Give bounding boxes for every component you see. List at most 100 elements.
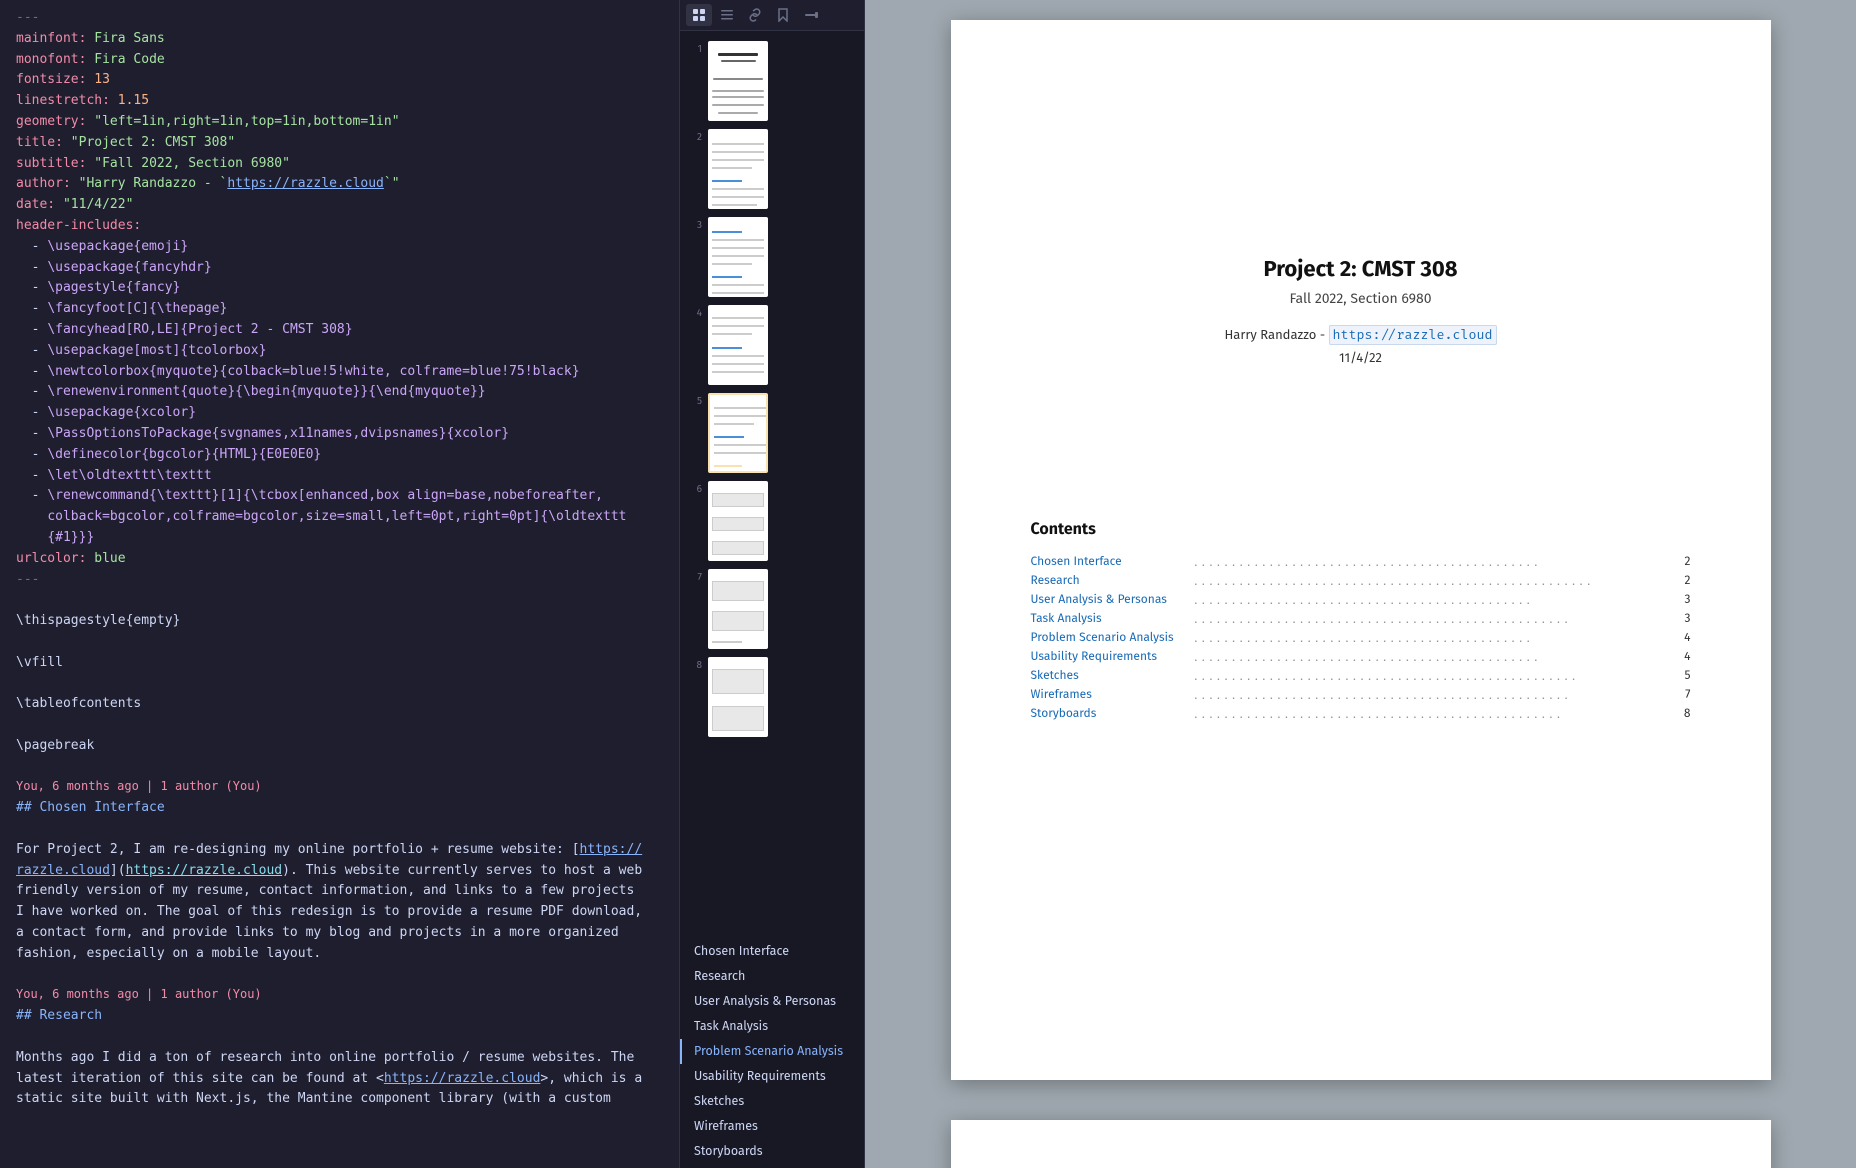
yaml-title-key: title: [16, 135, 63, 150]
toc-title: Contents [1031, 520, 1691, 539]
yaml-monofont-val: Fira Code [94, 52, 164, 67]
toc-entry-wireframes: Wireframes . . . . . . . . . . . . . . .… [1031, 688, 1691, 702]
pdf-date: 11/4/22 [1339, 351, 1382, 366]
nav-sketches[interactable]: Sketches [680, 1089, 864, 1114]
tab-links[interactable] [742, 4, 768, 26]
commit-info-1: You, 6 months ago | 1 author (You) [16, 779, 262, 793]
nav-usability-requirements[interactable]: Usability Requirements [680, 1064, 864, 1089]
yaml-subtitle-key: subtitle: [16, 156, 86, 171]
yaml-mainfont-key: mainfont: [16, 31, 86, 46]
pdf-author-url[interactable]: https://razzle.cloud [1329, 325, 1497, 345]
nav-research[interactable]: Research [680, 964, 864, 989]
thumb-preview-5 [708, 393, 768, 473]
toc-entry-chosen-interface: Chosen Interface . . . . . . . . . . . .… [1031, 555, 1691, 569]
thumb-preview-7 [708, 569, 768, 649]
chosen-interface-body: For Project 2, I am re-designing my onli… [16, 842, 642, 961]
yaml-date-key: date: [16, 197, 55, 212]
nav-storyboards[interactable]: Storyboards [680, 1139, 864, 1164]
latex-pagestyle: \pagestyle{fancy} [47, 280, 180, 295]
latex-tcolorbox: \usepackage[most]{tcolorbox} [47, 343, 266, 358]
thumb-8[interactable]: 8 [684, 655, 860, 739]
yaml-linestretch-key: linestretch: [16, 93, 110, 108]
yaml-mainfont-val: Fira Sans [94, 31, 164, 46]
preview-panel[interactable]: Project 2: CMST 308 Fall 2022, Section 6… [865, 0, 1856, 1168]
yaml-author-key: author: [16, 176, 71, 191]
toc-entry-user-analysis: User Analysis & Personas . . . . . . . .… [1031, 593, 1691, 607]
latex-definecolor: \definecolor{bgcolor}{HTML}{E0E0E0} [47, 447, 321, 462]
yaml-linestretch-val: 1.15 [118, 93, 149, 108]
pdf-title: Project 2: CMST 308 [1263, 255, 1457, 282]
tab-outline[interactable] [714, 4, 740, 26]
latex-fancyhdr: \usepackage{fancyhdr} [47, 260, 211, 275]
yaml-separator-top: --- [16, 10, 39, 25]
latex-tableofcontents: \tableofcontents [16, 696, 141, 711]
toc-entry-sketches: Sketches . . . . . . . . . . . . . . . .… [1031, 669, 1691, 683]
research-body: Months ago I did a ton of research into … [16, 1050, 642, 1107]
section-research: ## Research [16, 1008, 102, 1023]
editor-content[interactable]: --- mainfont: Fira Sans monofont: Fira C… [0, 0, 679, 1168]
yaml-author-val: "Harry Randazzo - `https://razzle.cloud`… [79, 176, 400, 191]
toc-entry-task-analysis: Task Analysis . . . . . . . . . . . . . … [1031, 612, 1691, 626]
latex-emoji: \usepackage{emoji} [47, 239, 188, 254]
yaml-separator-bottom: --- [16, 572, 39, 587]
yaml-geometry-key: geometry: [16, 114, 86, 129]
toc-entry-storyboards: Storyboards . . . . . . . . . . . . . . … [1031, 707, 1691, 721]
yaml-fontsize-val: 13 [94, 72, 110, 87]
thumb-5[interactable]: 5 [684, 391, 860, 475]
latex-pass-options: \PassOptionsToPackage{svgnames,x11names,… [47, 426, 509, 441]
commit-info-2: You, 6 months ago | 1 author (You) [16, 987, 262, 1001]
thumb-preview-6 [708, 481, 768, 561]
nav-problem-scenario[interactable]: Problem Scenario Analysis [680, 1039, 864, 1064]
pdf-subtitle: Fall 2022, Section 6980 [1289, 290, 1431, 307]
latex-fancyfoot: \fancyfoot[C]{\thepage} [47, 301, 227, 316]
yaml-date-val: "11/4/22" [63, 197, 133, 212]
thumb-1[interactable]: 1 [684, 39, 860, 123]
nav-chosen-interface[interactable]: Chosen Interface [680, 939, 864, 964]
tab-bookmarks[interactable] [770, 4, 796, 26]
thumb-preview-1 [708, 41, 768, 121]
latex-renewenv: \renewenvironment{quote}{\begin{myquote}… [47, 384, 485, 399]
pdf-author: Harry Randazzo - https://razzle.cloud [1224, 327, 1496, 343]
thumb-preview-8 [708, 657, 768, 737]
thumb-4[interactable]: 4 [684, 303, 860, 387]
nav-task-analysis[interactable]: Task Analysis [680, 1014, 864, 1039]
latex-fancyhead: \fancyhead[RO,LE]{Project 2 - CMST 308} [47, 322, 352, 337]
editor-panel: --- mainfont: Fira Sans monofont: Fira C… [0, 0, 680, 1168]
yaml-subtitle-val: "Fall 2022, Section 6980" [94, 156, 290, 171]
outline-tabs [680, 0, 864, 31]
tab-thumbnails[interactable] [686, 4, 712, 26]
pdf-page-2: Chosen Interface Project 2 - CMST 308 Ch… [951, 1120, 1771, 1168]
outline-panel: 1 [680, 0, 865, 1168]
yaml-title-val: "Project 2: CMST 308" [71, 135, 235, 150]
latex-renewcommand: \renewcommand{\texttt}[1]{\tcbox[enhance… [16, 488, 627, 545]
latex-xcolor: \usepackage{xcolor} [47, 405, 196, 420]
nav-user-analysis[interactable]: User Analysis & Personas [680, 989, 864, 1014]
toc-entry-problem-scenario: Problem Scenario Analysis . . . . . . . … [1031, 631, 1691, 645]
latex-newtcolorbox: \newtcolorbox{myquote}{colback=blue!5!wh… [47, 364, 579, 379]
pdf-page-1: Project 2: CMST 308 Fall 2022, Section 6… [951, 20, 1771, 1080]
yaml-geometry-val: "left=1in,right=1in,top=1in,bottom=1in" [94, 114, 399, 129]
thumb-preview-2 [708, 129, 768, 209]
thumb-6[interactable]: 6 [684, 479, 860, 563]
toc-entry-usability: Usability Requirements . . . . . . . . .… [1031, 650, 1691, 664]
latex-let: \let\oldtexttt\texttt [47, 468, 211, 483]
thumbnails-area[interactable]: 1 [680, 31, 864, 935]
thumb-preview-4 [708, 305, 768, 385]
latex-vfill: \vfill [16, 655, 63, 670]
section-chosen-interface: ## Chosen Interface [16, 800, 165, 815]
thumb-7[interactable]: 7 [684, 567, 860, 651]
thumb-2[interactable]: 2 [684, 127, 860, 211]
latex-pagebreak: \pagebreak [16, 738, 94, 753]
latex-thispagestyle: \thispagestyle{empty} [16, 613, 180, 628]
thumb-preview-3 [708, 217, 768, 297]
yaml-urlcolor-key: urlcolor: [16, 551, 86, 566]
nav-wireframes[interactable]: Wireframes [680, 1114, 864, 1139]
outline-nav: Chosen Interface Research User Analysis … [680, 935, 864, 1168]
toc-entry-research: Research . . . . . . . . . . . . . . . .… [1031, 574, 1691, 588]
yaml-urlcolor-val: blue [94, 551, 125, 566]
yaml-header-includes-key: header-includes: [16, 218, 141, 233]
tab-more[interactable] [798, 4, 824, 26]
yaml-fontsize-key: fontsize: [16, 72, 86, 87]
yaml-monofont-key: monofont: [16, 52, 86, 67]
thumb-3[interactable]: 3 [684, 215, 860, 299]
